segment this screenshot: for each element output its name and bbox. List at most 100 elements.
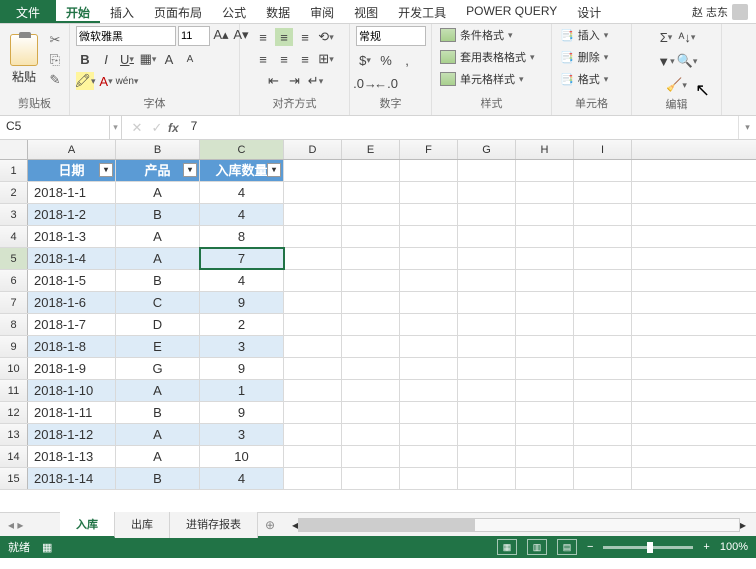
sheet-tab-2[interactable]: 进销存报表	[170, 512, 258, 538]
cell-C5[interactable]: 7	[200, 248, 284, 269]
row-11[interactable]: 11	[0, 380, 28, 401]
small-a-icon[interactable]: A	[181, 50, 199, 68]
row-13[interactable]: 13	[0, 424, 28, 445]
cell-C15[interactable]: 4	[200, 468, 284, 489]
cell-A9[interactable]: 2018-1-8	[28, 336, 116, 357]
align-right-icon[interactable]: ≡	[296, 50, 314, 68]
align-top-icon[interactable]: ≡	[254, 28, 272, 46]
row-5[interactable]: 5	[0, 248, 28, 269]
cell-C4[interactable]: 8	[200, 226, 284, 247]
macro-rec-icon[interactable]: ▦	[42, 541, 52, 554]
large-a-icon[interactable]: A	[160, 50, 178, 68]
font-size-select[interactable]	[178, 26, 210, 46]
cond-format-button[interactable]: 条件格式	[438, 26, 515, 44]
delete-cells-button[interactable]: 📑 删除	[558, 48, 610, 66]
cell-B9[interactable]: E	[116, 336, 200, 357]
formula-input[interactable]: 7	[185, 116, 738, 139]
cell-A3[interactable]: 2018-1-2	[28, 204, 116, 225]
row-6[interactable]: 6	[0, 270, 28, 291]
sheet-tab-1[interactable]: 出库	[115, 512, 170, 538]
row-8[interactable]: 8	[0, 314, 28, 335]
tab-home[interactable]: 开始	[56, 0, 100, 23]
cell-A11[interactable]: 2018-1-10	[28, 380, 116, 401]
sort-filter-icon[interactable]: ᴬ↓	[678, 28, 696, 46]
sheet-tab-0[interactable]: 入库	[60, 512, 115, 538]
paste-button[interactable]: 粘贴	[6, 32, 42, 87]
view-layout-icon[interactable]: ▥	[527, 539, 547, 555]
scroll-right-icon[interactable]: ▸	[740, 518, 746, 532]
filter-qty-icon[interactable]: ▾	[267, 163, 281, 177]
align-center-icon[interactable]: ≡	[275, 50, 293, 68]
sheet-nav[interactable]: ◂ ▸	[0, 518, 60, 532]
tab-review[interactable]: 审阅	[300, 0, 344, 23]
cell-C7[interactable]: 9	[200, 292, 284, 313]
user-label[interactable]: 赵 志东	[684, 0, 756, 23]
zoom-slider[interactable]	[603, 546, 693, 549]
wrap-icon[interactable]: ↵	[307, 72, 325, 90]
indent-dec-icon[interactable]: ⇤	[265, 72, 283, 90]
col-B[interactable]: B	[116, 140, 200, 159]
tab-pquery[interactable]: POWER QUERY	[456, 0, 567, 23]
font-name-select[interactable]	[76, 26, 176, 46]
align-middle-icon[interactable]: ≡	[275, 28, 293, 46]
file-tab[interactable]: 文件	[0, 0, 56, 23]
copy-icon[interactable]: ⎘	[46, 52, 64, 68]
cancel-edit-icon[interactable]: ✕	[128, 119, 146, 137]
percent-icon[interactable]: %	[377, 51, 395, 69]
grow-font-icon[interactable]: A▴	[212, 26, 230, 44]
tab-view[interactable]: 视图	[344, 0, 388, 23]
font-color-icon[interactable]: A	[97, 72, 115, 90]
cell-B7[interactable]: C	[116, 292, 200, 313]
cell-C12[interactable]: 9	[200, 402, 284, 423]
clear-icon[interactable]: 🧹	[668, 76, 686, 94]
cell-B12[interactable]: B	[116, 402, 200, 423]
row-14[interactable]: 14	[0, 446, 28, 467]
comma-icon[interactable]: ,	[398, 51, 416, 69]
align-bottom-icon[interactable]: ≡	[296, 28, 314, 46]
cell-A2[interactable]: 2018-1-1	[28, 182, 116, 203]
cell-style-button[interactable]: 单元格样式	[438, 70, 526, 88]
cell-C3[interactable]: 4	[200, 204, 284, 225]
tab-insert[interactable]: 插入	[100, 0, 144, 23]
tab-design[interactable]: 设计	[567, 0, 611, 23]
cell-B5[interactable]: A	[116, 248, 200, 269]
phonetic-icon[interactable]: wén	[118, 72, 136, 90]
cell-A10[interactable]: 2018-1-9	[28, 358, 116, 379]
tab-layout[interactable]: 页面布局	[144, 0, 212, 23]
cell-C9[interactable]: 3	[200, 336, 284, 357]
name-box[interactable]: C5	[0, 116, 110, 139]
number-format-select[interactable]	[356, 26, 426, 46]
formula-expand-icon[interactable]: ▾	[738, 116, 756, 139]
row-7[interactable]: 7	[0, 292, 28, 313]
cell-A6[interactable]: 2018-1-5	[28, 270, 116, 291]
th-date[interactable]: 日期▾	[28, 160, 116, 181]
fill-icon[interactable]: ▼	[657, 52, 675, 70]
cell-C2[interactable]: 4	[200, 182, 284, 203]
bold-icon[interactable]: B	[76, 50, 94, 68]
cell-C14[interactable]: 10	[200, 446, 284, 467]
name-box-dropdown-icon[interactable]: ▾	[110, 116, 122, 139]
cell-A5[interactable]: 2018-1-4	[28, 248, 116, 269]
cell-B14[interactable]: A	[116, 446, 200, 467]
cell-B11[interactable]: A	[116, 380, 200, 401]
cell-C13[interactable]: 3	[200, 424, 284, 445]
fill-color-icon[interactable]: 🖍	[76, 72, 94, 90]
cell-B15[interactable]: B	[116, 468, 200, 489]
cell-C6[interactable]: 4	[200, 270, 284, 291]
cell-A13[interactable]: 2018-1-12	[28, 424, 116, 445]
cell-B13[interactable]: A	[116, 424, 200, 445]
tab-data[interactable]: 数据	[256, 0, 300, 23]
cell-A14[interactable]: 2018-1-13	[28, 446, 116, 467]
col-D[interactable]: D	[284, 140, 342, 159]
align-left-icon[interactable]: ≡	[254, 50, 272, 68]
col-G[interactable]: G	[458, 140, 516, 159]
col-H[interactable]: H	[516, 140, 574, 159]
fx-icon[interactable]: fx	[168, 121, 179, 135]
cell-A8[interactable]: 2018-1-7	[28, 314, 116, 335]
cell-B3[interactable]: B	[116, 204, 200, 225]
merge-icon[interactable]: ⊞	[317, 50, 335, 68]
zoom-out-icon[interactable]: −	[587, 541, 593, 553]
indent-inc-icon[interactable]: ⇥	[286, 72, 304, 90]
row-12[interactable]: 12	[0, 402, 28, 423]
currency-icon[interactable]: $	[356, 51, 374, 69]
